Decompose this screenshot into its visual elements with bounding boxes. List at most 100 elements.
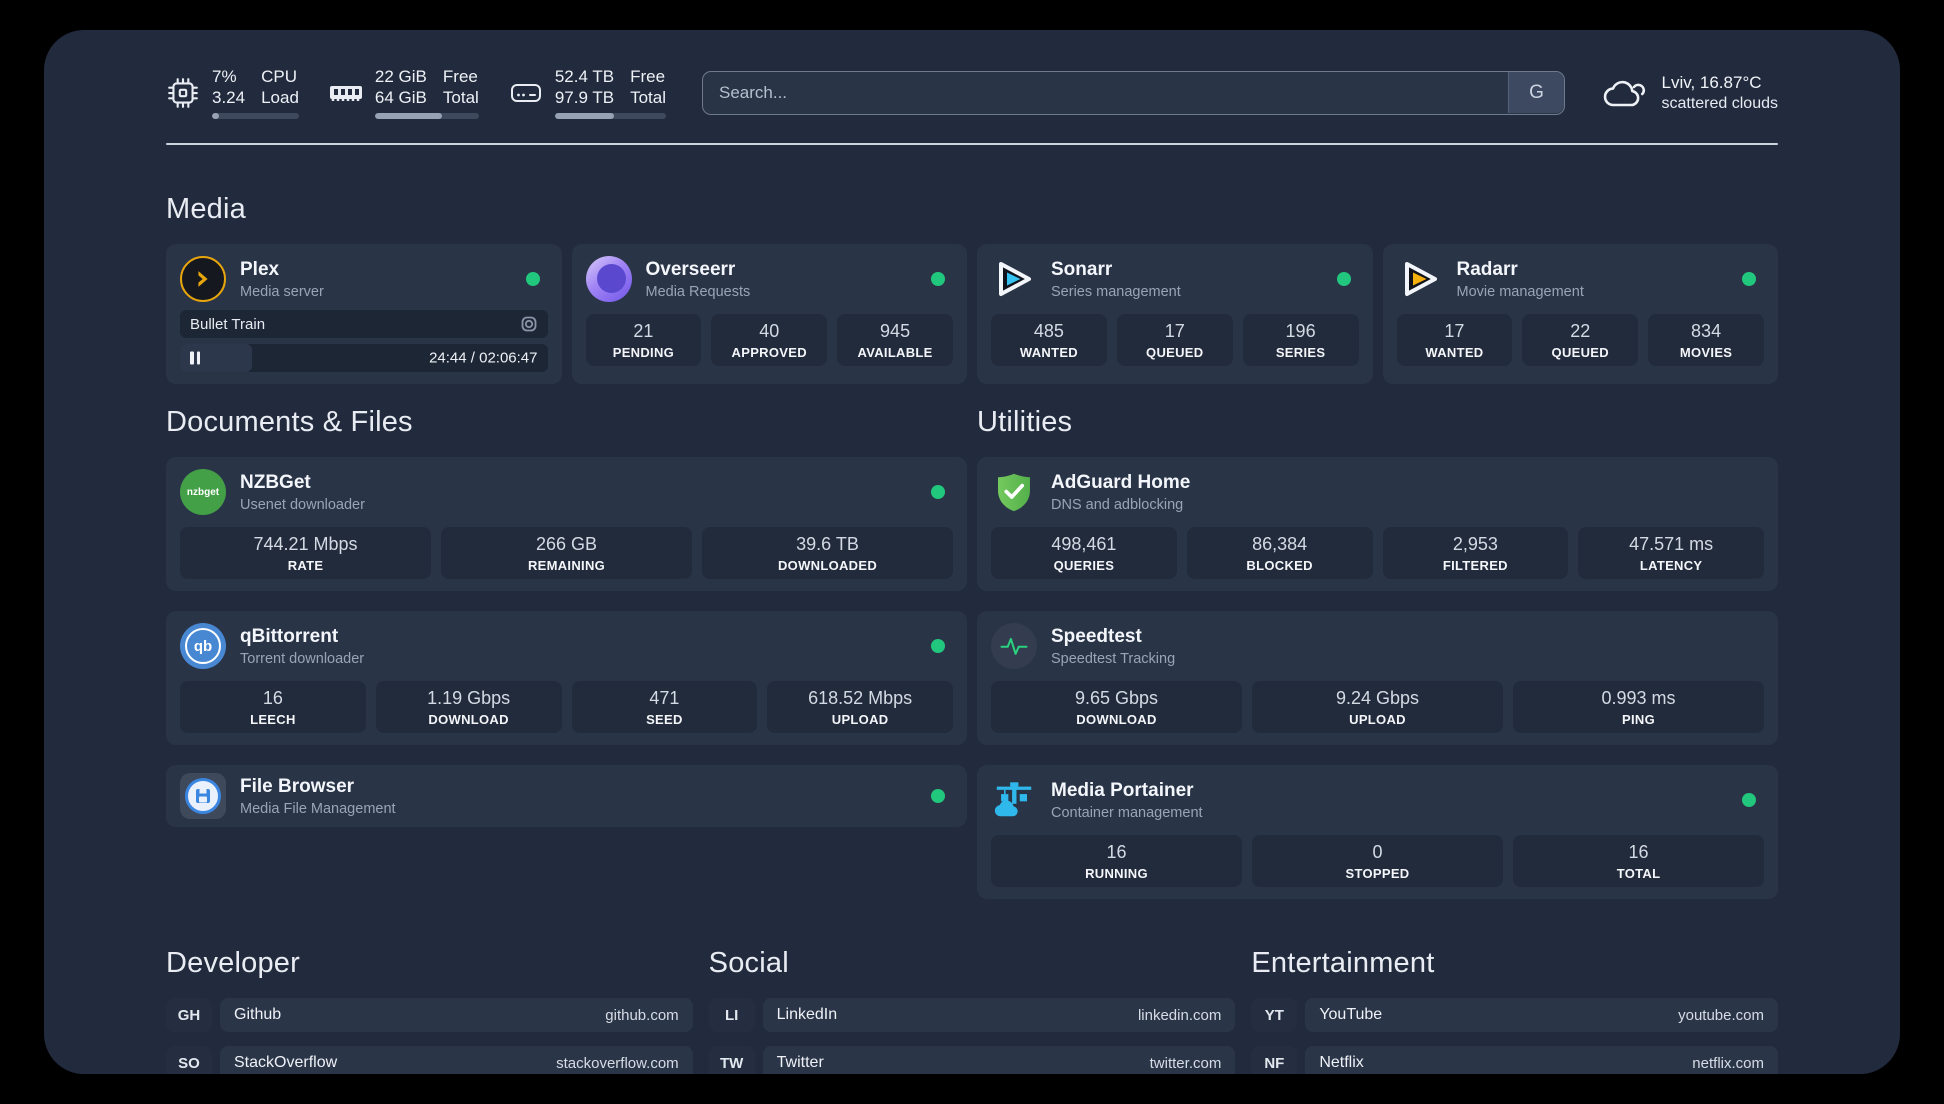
bookmark-linkedin[interactable]: LI LinkedIn linkedin.com (708, 998, 1236, 1032)
cpu-values: 7% 3.24 (212, 67, 246, 107)
disk-icon (510, 83, 541, 102)
app-subtitle: Media Requests (645, 283, 751, 300)
app-card-speedtest[interactable]: Speedtest Speedtest Tracking 9.65 Gbps D… (977, 611, 1778, 745)
stat-latency: 47.571 ms LATENCY (1578, 527, 1764, 579)
media-cards-row: Plex Media server Bullet Train 24:44 / 0… (166, 244, 1778, 384)
stat-upload: 9.24 Gbps UPLOAD (1252, 681, 1503, 733)
bookmark-url: github.com (605, 1006, 679, 1024)
stat-stopped: 0 STOPPED (1252, 835, 1503, 887)
app-name: Speedtest (1051, 625, 1142, 647)
app-card-portainer[interactable]: Media Portainer Container management 16 … (977, 765, 1778, 899)
bookmark-name: LinkedIn (776, 1006, 838, 1023)
bookmark-youtube[interactable]: YT YouTube youtube.com (1251, 998, 1778, 1032)
bookmark-name: StackOverflow (234, 1054, 338, 1071)
bookmark-netflix[interactable]: NF Netflix netflix.com (1251, 1046, 1778, 1074)
header-divider (166, 143, 1778, 145)
bookmarks-row: Developer GH Github github.com SO StackO… (166, 947, 1778, 1074)
section-utilities: Utilities AdGuard Home DNS and adblockin… (977, 406, 1778, 899)
app-subtitle: Container management (1051, 804, 1203, 821)
memory-values: 22 GiB 64 GiB (374, 67, 427, 107)
bookmark-abbr: LI (708, 998, 755, 1032)
search-input[interactable] (701, 70, 1566, 115)
stat-ping: 0.993 ms PING (1513, 681, 1764, 733)
speedtest-icon (991, 623, 1037, 669)
weather-widget: Lviv, 16.87°C scattered clouds (1601, 72, 1778, 114)
section-social: Social LI LinkedIn linkedin.com TW Twitt… (708, 947, 1236, 1074)
plex-icon (180, 256, 226, 302)
app-subtitle: Torrent downloader (240, 650, 365, 667)
radarr-icon (1397, 256, 1443, 302)
section-title-utilities: Utilities (977, 406, 1073, 438)
stat-download: 1.19 Gbps DOWNLOAD (375, 681, 562, 733)
section-title-developer: Developer (166, 947, 300, 979)
status-dot (1742, 272, 1756, 286)
bookmark-stackoverflow[interactable]: SO StackOverflow stackoverflow.com (166, 1046, 693, 1074)
app-name: NZBGet (240, 471, 311, 493)
app-card-overseerr[interactable]: Overseerr Media Requests 21 PENDING 40 A… (571, 244, 967, 384)
memory-labels: Free Total (442, 67, 479, 107)
app-subtitle: Media server (240, 283, 324, 300)
pause-icon[interactable] (190, 351, 200, 365)
player-time: 24:44 / 02:06:47 (429, 349, 538, 367)
app-card-adguard[interactable]: AdGuard Home DNS and adblocking 498,461 … (977, 457, 1778, 591)
app-card-nzbget[interactable]: nzbget NZBGet Usenet downloader 744.21 M… (166, 457, 967, 591)
sonarr-icon (991, 256, 1037, 302)
nzbget-icon: nzbget (180, 469, 226, 515)
bookmark-twitter[interactable]: TW Twitter twitter.com (708, 1046, 1236, 1074)
stat-wanted: 485 WANTED (991, 314, 1107, 366)
stat-available: 945 AVAILABLE (837, 314, 953, 366)
now-playing-title: Bullet Train (190, 315, 266, 333)
app-subtitle: DNS and adblocking (1051, 496, 1184, 513)
cpu-progress-bar (212, 113, 299, 119)
app-name: Media Portainer (1051, 779, 1194, 801)
status-dot (931, 485, 945, 499)
status-dot (931, 639, 945, 653)
bookmark-github[interactable]: GH Github github.com (166, 998, 693, 1032)
now-playing-settings-icon[interactable] (520, 315, 538, 333)
app-card-sonarr[interactable]: Sonarr Series management 485 WANTED 17 Q… (977, 244, 1373, 384)
bookmark-abbr: GH (166, 998, 212, 1032)
player-progress-bar[interactable]: 24:44 / 02:06:47 (180, 344, 548, 372)
app-card-plex[interactable]: Plex Media server Bullet Train 24:44 / 0… (166, 244, 562, 384)
app-subtitle: Speedtest Tracking (1051, 650, 1176, 667)
cpu-labels: CPU Load (261, 67, 299, 107)
stat-series: 196 SERIES (1242, 314, 1359, 366)
memory-widget: 22 GiB 64 GiB Free Total (329, 66, 479, 119)
stat-pending: 21 PENDING (585, 314, 702, 366)
app-name: Radarr (1456, 258, 1518, 280)
bookmark-url: linkedin.com (1137, 1006, 1222, 1024)
app-name: File Browser (240, 775, 355, 797)
stat-wanted: 17 WANTED (1396, 314, 1513, 366)
app-card-qbittorrent[interactable]: qb qBittorrent Torrent downloader 16 LEE… (166, 611, 967, 745)
stat-upload: 618.52 Mbps UPLOAD (767, 681, 953, 733)
search-bar[interactable]: G (701, 70, 1566, 115)
storage-widget: 52.4 TB 97.9 TB Free Total (509, 66, 666, 119)
bookmark-url: twitter.com (1149, 1054, 1222, 1072)
app-subtitle: Usenet downloader (240, 496, 365, 513)
bookmark-url: stackoverflow.com (556, 1054, 679, 1072)
ram-icon (329, 85, 362, 101)
filebrowser-icon (180, 773, 226, 819)
app-card-filebrowser[interactable]: File Browser Media File Management (166, 765, 967, 827)
now-playing-row: Bullet Train (180, 310, 548, 338)
bookmark-url: netflix.com (1692, 1054, 1764, 1072)
search-engine-button[interactable]: G (1507, 72, 1564, 113)
app-subtitle: Media File Management (240, 800, 396, 817)
stat-rate: 744.21 Mbps RATE (180, 527, 431, 579)
storage-progress-bar (554, 113, 666, 119)
system-widgets: 7% 3.24 CPU Load 22 GiB 64 GiB Free Tota… (166, 66, 666, 119)
app-card-radarr[interactable]: Radarr Movie management 17 WANTED 22 QUE… (1382, 244, 1778, 384)
status-dot (931, 272, 945, 286)
stat-download: 9.65 Gbps DOWNLOAD (991, 681, 1242, 733)
section-title-media: Media (166, 193, 246, 225)
stat-movies: 834 MOVIES (1648, 314, 1764, 366)
status-dot (525, 272, 540, 286)
top-bar: 7% 3.24 CPU Load 22 GiB 64 GiB Free Tota… (166, 66, 1778, 119)
cpu-widget: 7% 3.24 CPU Load (166, 66, 299, 119)
memory-progress-bar (374, 113, 479, 119)
status-dot (931, 789, 945, 803)
bookmark-abbr: TW (708, 1046, 755, 1074)
stat-approved: 40 APPROVED (711, 314, 828, 366)
stat-blocked: 86,384 BLOCKED (1186, 527, 1373, 579)
bookmark-name: YouTube (1319, 1006, 1383, 1023)
